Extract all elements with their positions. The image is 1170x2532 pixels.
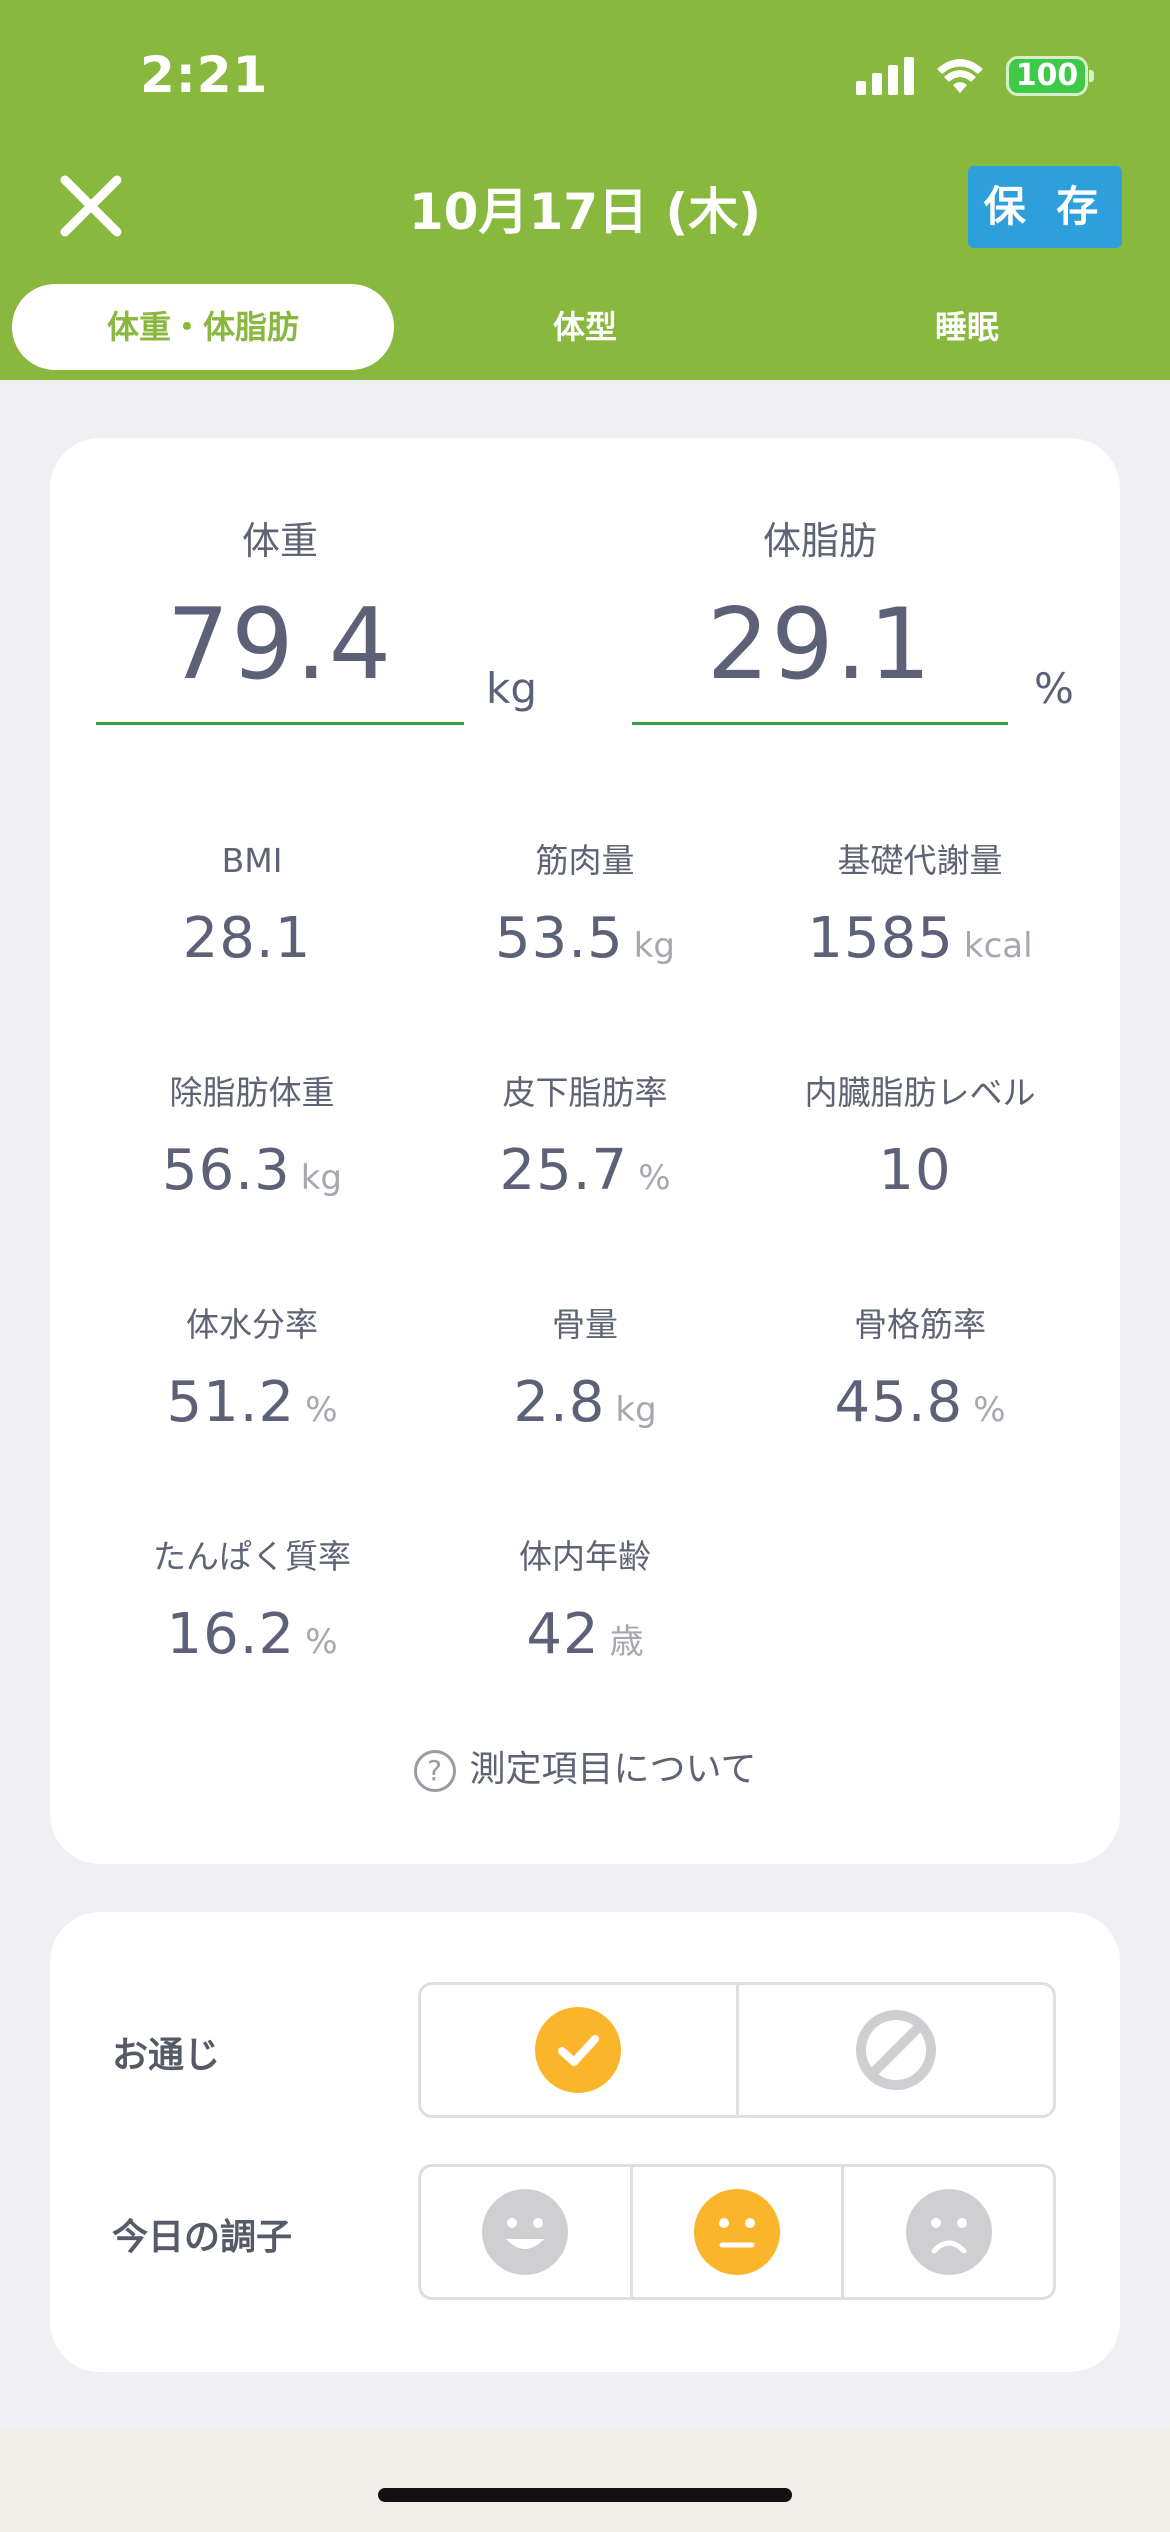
none-icon xyxy=(855,2010,936,2090)
metric-label: たんぱく質率 xyxy=(153,1537,351,1576)
weight-input[interactable]: 79.4 xyxy=(96,588,464,702)
header-bar: 2:21 100 10月17日 (木) 保 存 体重・体脂肪 体型 睡眠 xyxy=(0,0,1170,380)
daily-condition-card xyxy=(50,1912,1120,2372)
bowel-selector xyxy=(418,1982,1056,2118)
metric-label: 筋肉量 xyxy=(535,841,635,880)
metric-value: 1585 kcal xyxy=(807,906,1033,971)
bowel-label: お通じ xyxy=(112,2035,221,2076)
check-icon xyxy=(535,2007,622,2093)
metric-label: 骨格筋率 xyxy=(854,1305,986,1344)
condition-option-normal[interactable] xyxy=(633,2167,845,2297)
metric-label: 皮下脂肪率 xyxy=(502,1073,668,1112)
metric-value: 10 xyxy=(878,1138,952,1203)
metric-muscle-mass[interactable]: 筋肉量 53.5 kg xyxy=(415,836,755,981)
metric-bmi[interactable]: BMI 28.1 xyxy=(82,836,422,981)
weight-label: 体重 xyxy=(241,519,318,563)
body-fat-input[interactable]: 29.1 xyxy=(632,588,1008,702)
smile-icon xyxy=(482,2189,569,2275)
metric-subcutaneous-fat[interactable]: 皮下脂肪率 25.7% xyxy=(415,1068,755,1213)
help-label: 測定項目について xyxy=(469,1749,757,1790)
metric-label: 除脂肪体重 xyxy=(169,1073,335,1112)
metric-skeletal-muscle[interactable]: 骨格筋率 45.8% xyxy=(750,1300,1090,1445)
tab-weight-body-fat[interactable]: 体重・体脂肪 xyxy=(12,284,394,370)
metric-basal-metabolism[interactable]: 基礎代謝量 1585 kcal xyxy=(750,836,1090,981)
body-fat-unit: % xyxy=(1034,664,1074,713)
metric-body-water[interactable]: 体水分率 51.2% xyxy=(82,1300,422,1445)
weight-unit: kg xyxy=(486,664,537,713)
condition-option-good[interactable] xyxy=(421,2167,633,2297)
condition-label: 今日の調子 xyxy=(112,2217,293,2258)
question-icon: ? xyxy=(413,1750,456,1792)
metric-visceral-fat-level[interactable]: 内臓脂肪レベル 10 xyxy=(750,1068,1090,1213)
body-fat-label: 体脂肪 xyxy=(762,519,877,563)
bottom-area xyxy=(0,2430,1170,2532)
metric-value: 2.8 kg xyxy=(513,1370,657,1435)
metric-value: 28.1 xyxy=(182,906,312,971)
metric-lean-body-mass[interactable]: 除脂肪体重 56.3 kg xyxy=(82,1068,422,1213)
metric-label: 内臓脂肪レベル xyxy=(804,1073,1036,1112)
body-fat-underline xyxy=(632,722,1008,725)
metric-value: 53.5 kg xyxy=(495,906,675,971)
metric-protein[interactable]: たんぱく質率 16.2% xyxy=(82,1532,422,1677)
tab-sleep[interactable]: 睡眠 xyxy=(776,284,1158,370)
metric-bone-mass[interactable]: 骨量 2.8 kg xyxy=(415,1300,755,1445)
condition-selector xyxy=(418,2164,1056,2300)
neutral-face-icon xyxy=(694,2189,780,2275)
metric-value: 25.7% xyxy=(499,1138,671,1203)
status-icons: 100 xyxy=(856,52,1094,100)
metric-value: 45.8% xyxy=(834,1370,1006,1435)
metric-value: 16.2% xyxy=(166,1602,338,1667)
sad-face-icon xyxy=(905,2189,992,2275)
metric-label: 骨量 xyxy=(552,1305,618,1344)
weight-underline xyxy=(96,722,464,725)
metric-value: 56.3 kg xyxy=(162,1138,342,1203)
bowel-option-yes[interactable] xyxy=(421,1985,739,2115)
condition-option-bad[interactable] xyxy=(844,2167,1053,2297)
metric-label: 体水分率 xyxy=(186,1305,318,1344)
metric-label: 基礎代謝量 xyxy=(837,841,1003,880)
metric-label: BMI xyxy=(221,841,283,880)
cellular-signal-icon xyxy=(856,57,914,95)
metric-body-age[interactable]: 体内年齢 42 歳 xyxy=(415,1532,755,1677)
tab-body-shape[interactable]: 体型 xyxy=(394,284,776,370)
wifi-icon xyxy=(937,59,983,93)
status-time: 2:21 xyxy=(140,46,269,104)
home-indicator[interactable] xyxy=(378,2488,792,2502)
metric-value: 51.2% xyxy=(166,1370,338,1435)
save-button[interactable]: 保 存 xyxy=(968,166,1122,248)
metric-value: 42 歳 xyxy=(526,1602,644,1667)
tab-bar: 体重・体脂肪 体型 睡眠 xyxy=(0,284,1170,370)
metric-label: 体内年齢 xyxy=(519,1537,651,1576)
battery-icon: 100 xyxy=(1006,56,1094,96)
measurement-help-link[interactable]: ? 測定項目について xyxy=(0,1740,1170,1792)
bowel-option-no[interactable] xyxy=(739,1985,1054,2115)
